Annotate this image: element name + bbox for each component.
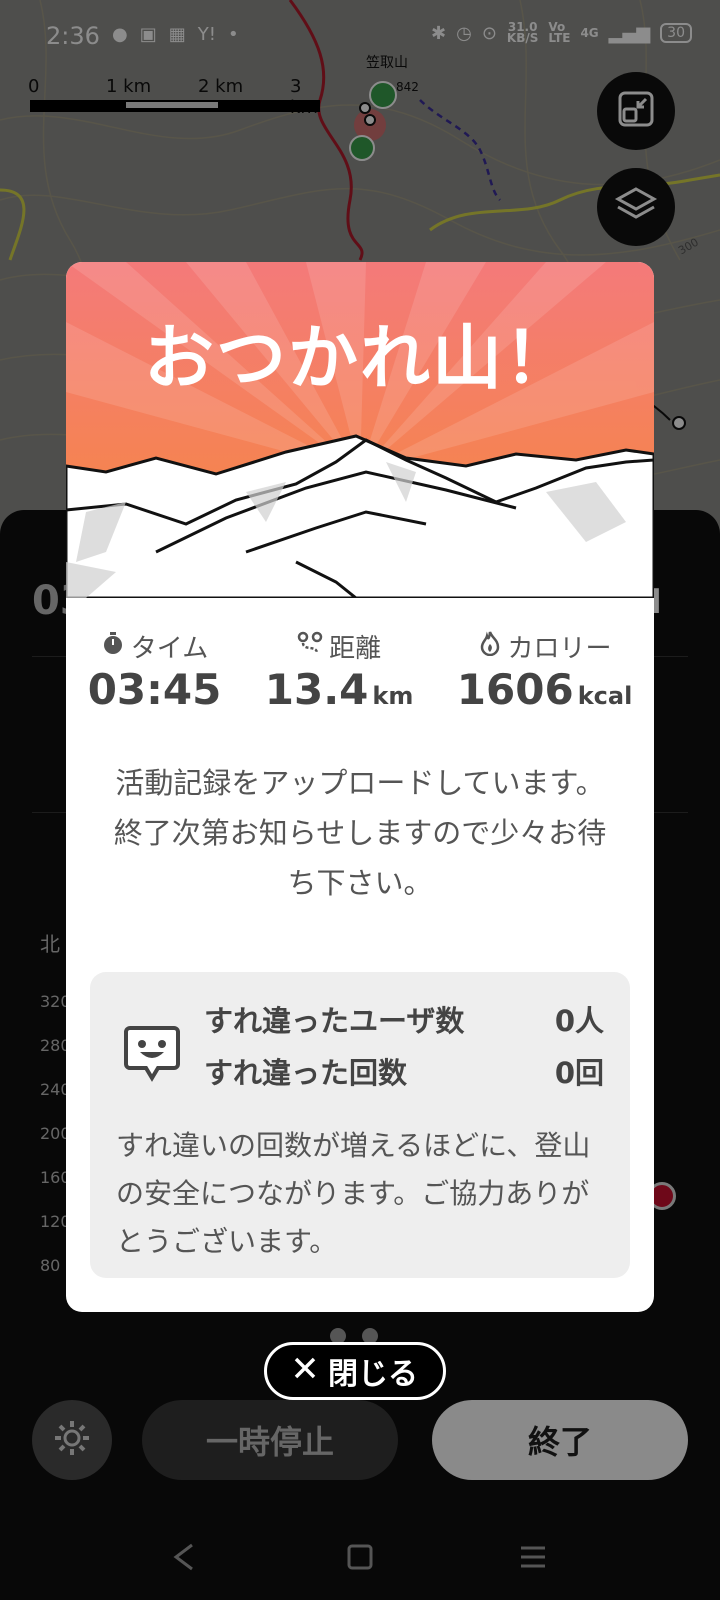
stat-unit: km <box>372 682 414 710</box>
encounter-count-value: 0回 <box>554 1056 604 1090</box>
stat-time: タイム 03:45 <box>87 628 222 714</box>
encounter-users-row: すれ違ったユーザ数 0人 <box>204 998 604 1040</box>
completion-dialog: おつかれ山！ タイム 03:45 距離 13.4 km カロリー 1606 kcal <box>66 262 654 1312</box>
stat-calories: カロリー 1606 kcal <box>456 628 633 714</box>
stat-label: 距離 <box>329 634 382 664</box>
close-label: 閉じる <box>328 1357 418 1392</box>
back-icon[interactable] <box>170 1542 198 1576</box>
flame-icon <box>478 630 502 663</box>
dialog-banner: おつかれ山！ <box>66 262 654 598</box>
stopwatch-icon <box>101 631 125 662</box>
face-bubble-icon <box>124 1024 180 1088</box>
close-icon <box>292 1354 318 1389</box>
gear-icon <box>52 1418 92 1462</box>
upload-message-line: 終了次第お知らせしますので少々お待ち下さい。 <box>113 816 607 900</box>
encounter-count-row: すれ違った回数 0回 <box>204 1050 604 1092</box>
menu-icon[interactable] <box>518 1542 548 1576</box>
end-button[interactable]: 終了 <box>432 1400 688 1480</box>
home-icon[interactable] <box>346 1542 374 1576</box>
upload-message-line: 活動記録をアップロードしています。 <box>115 766 605 800</box>
encounter-box: すれ違ったユーザ数 0人 すれ違った回数 0回 すれ違いの回数が増えるほどに、登… <box>90 972 630 1278</box>
close-button[interactable]: 閉じる <box>264 1342 446 1400</box>
upload-message: 活動記録をアップロードしています。 終了次第お知らせしますので少々お待ち下さい。 <box>106 758 614 908</box>
stat-unit: kcal <box>577 682 633 710</box>
stat-value: 03:45 <box>87 665 222 714</box>
pause-button[interactable]: 一時停止 <box>142 1400 398 1480</box>
encounter-count-label: すれ違った回数 <box>204 1056 408 1090</box>
stat-label: カロリー <box>507 634 612 664</box>
stat-value: 13.4 <box>264 665 369 714</box>
dialog-title: おつかれ山！ <box>144 317 576 399</box>
stat-distance: 距離 13.4 km <box>264 628 414 714</box>
settings-button[interactable] <box>32 1400 112 1480</box>
stat-value: 1606 <box>456 665 574 714</box>
encounter-users-label: すれ違ったユーザ数 <box>204 1004 465 1038</box>
stat-label: タイム <box>130 634 209 664</box>
route-icon <box>297 631 323 662</box>
encounter-users-value: 0人 <box>554 1004 604 1038</box>
stats-row: タイム 03:45 距離 13.4 km カロリー 1606 kcal <box>66 628 654 714</box>
encounter-note: すれ違いの回数が増えるほどに、登山の安全につながります。ご協力ありがとうございま… <box>116 1129 591 1258</box>
system-nav-bar <box>0 1520 720 1600</box>
